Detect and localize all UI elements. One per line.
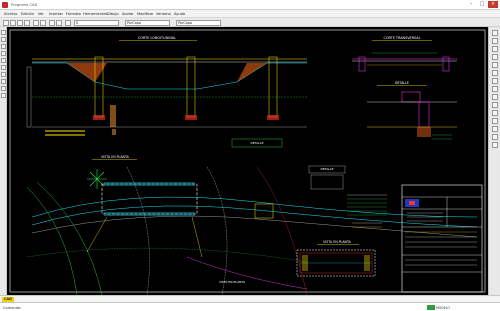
command-line[interactable]: Comando: MODELO	[0, 302, 500, 311]
menu-ver[interactable]: Ver	[38, 12, 44, 16]
plan-view-detail	[296, 249, 376, 277]
print-icon[interactable]	[24, 19, 30, 26]
menu-bar: Archivo Edición Ver Insertar Formato Her…	[0, 10, 500, 18]
menu-formato[interactable]: Formato	[66, 12, 81, 16]
extend-icon[interactable]	[492, 110, 498, 116]
menu-dibujo[interactable]: Dibujo	[107, 12, 119, 16]
circle-tool-icon[interactable]	[1, 44, 6, 49]
title-plan-2: VISTA EN PLANTA	[323, 240, 351, 244]
pan-icon[interactable]	[49, 19, 55, 26]
array-icon[interactable]	[492, 62, 498, 68]
title-detail-2: DETALLE	[250, 141, 263, 145]
linetype-combo[interactable]: PorCapa	[176, 19, 221, 26]
arc-tool-icon[interactable]	[1, 51, 6, 56]
layer-combo[interactable]: 0	[74, 19, 119, 26]
title-detail-3: DETALLE	[320, 167, 333, 171]
menu-archivo[interactable]: Archivo	[4, 12, 17, 16]
bridge-deck-plan	[101, 183, 198, 215]
status-indicator-icon	[427, 305, 435, 310]
notes-block	[347, 194, 387, 228]
open-file-icon[interactable]	[10, 19, 16, 26]
title-plan-1: VISTA EN PLANTA	[101, 155, 129, 159]
move-icon[interactable]	[492, 70, 498, 76]
app-logo-icon	[2, 2, 8, 8]
longitudinal-section	[26, 56, 307, 136]
scale-icon[interactable]	[492, 86, 498, 92]
line-tool-icon[interactable]	[1, 30, 6, 35]
spline-tool-icon[interactable]	[1, 93, 6, 98]
stretch-icon[interactable]	[492, 94, 498, 100]
menu-herramientas[interactable]: Herramientas	[83, 12, 107, 16]
window-title: Programa CAD	[11, 2, 38, 7]
toolbar: 0 PorCapa PorCapa	[0, 18, 500, 27]
left-toolbar	[0, 27, 7, 295]
title-block	[401, 184, 483, 293]
offset-icon[interactable]	[492, 54, 498, 60]
color-combo[interactable]: PorCapa	[125, 19, 170, 26]
close-button[interactable]: ×	[488, 1, 498, 8]
title-longitudinal: CORTE LONGITUDINAL	[138, 36, 176, 40]
rectangle-tool-icon[interactable]	[1, 58, 6, 63]
erase-icon[interactable]	[492, 30, 498, 36]
title-bar: Programa CAD – □ ×	[0, 0, 500, 10]
break-icon[interactable]	[492, 118, 498, 124]
detail-drawing	[367, 91, 457, 140]
explode-icon[interactable]	[492, 142, 498, 148]
menu-modificar[interactable]: Modificar	[137, 12, 154, 16]
command-prompt: Comando:	[3, 305, 22, 310]
point-tool-icon[interactable]	[1, 86, 6, 91]
cross-section	[352, 52, 457, 72]
drawing-canvas[interactable]: CORTE LONGITUDINAL CORTE TRANSVERSAL DET…	[7, 27, 488, 295]
maximize-button[interactable]: □	[477, 1, 487, 8]
cad-drawing: CORTE LONGITUDINAL CORTE TRANSVERSAL DET…	[9, 29, 486, 295]
minimize-button[interactable]: –	[466, 1, 476, 8]
title-detail-1: DETALLE	[395, 81, 409, 85]
fillet-icon[interactable]	[492, 134, 498, 140]
menu-ayuda[interactable]: Ayuda	[174, 12, 185, 16]
block-tool-icon[interactable]	[1, 79, 6, 84]
menu-insertar[interactable]: Insertar	[49, 12, 63, 16]
title-plan-3: VISTA EN PLANTA	[219, 280, 246, 284]
menu-edicion[interactable]: Edición	[21, 12, 34, 16]
rotate-icon[interactable]	[492, 78, 498, 84]
redo-icon[interactable]	[40, 19, 46, 26]
new-file-icon[interactable]	[3, 19, 9, 26]
menu-acotar[interactable]: Acotar	[122, 12, 134, 16]
menu-ventana[interactable]: Ventana	[156, 12, 171, 16]
title-transversal: CORTE TRANSVERSAL	[384, 36, 421, 40]
copy-icon[interactable]	[492, 38, 498, 44]
polyline-tool-icon[interactable]	[1, 37, 6, 42]
layout-tab-bar: CAD	[0, 295, 500, 302]
mirror-icon[interactable]	[492, 46, 498, 52]
trim-icon[interactable]	[492, 102, 498, 108]
undo-icon[interactable]	[33, 19, 39, 26]
model-state: MODELO	[436, 306, 450, 310]
hatch-tool-icon[interactable]	[1, 65, 6, 70]
right-toolbar	[488, 27, 500, 295]
plan-view	[26, 166, 478, 295]
save-icon[interactable]	[17, 19, 23, 26]
layer-icon[interactable]	[65, 19, 71, 26]
text-tool-icon[interactable]	[1, 72, 6, 77]
chamfer-icon[interactable]	[492, 126, 498, 132]
zoom-icon[interactable]	[56, 19, 62, 26]
